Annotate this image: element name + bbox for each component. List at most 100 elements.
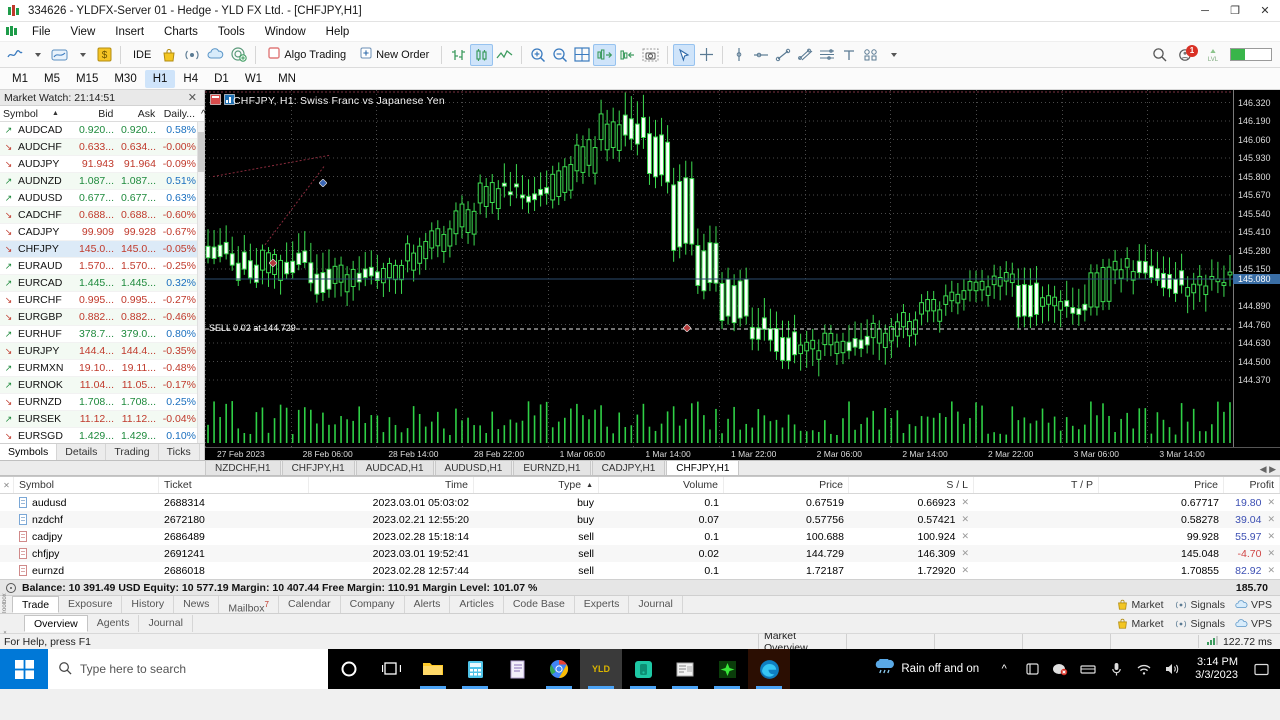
market-watch-row[interactable]: ↗ AUDNZD 1.087... 1.087... 0.51% xyxy=(0,173,204,190)
market-watch-row[interactable]: ↗ EURNOK 11.04... 11.05... -0.17% xyxy=(0,377,204,394)
signals-icon[interactable] xyxy=(180,44,204,66)
market-watch-row[interactable]: ↘ EURSGD 1.429... 1.429... 0.10% xyxy=(0,428,204,443)
col-daily[interactable]: Daily... xyxy=(158,106,198,121)
vps-cloud-icon[interactable] xyxy=(204,44,227,66)
terminal-tab[interactable]: News xyxy=(174,596,220,613)
th-ticket[interactable]: Ticket xyxy=(159,477,309,493)
tester-tab[interactable]: Journal xyxy=(139,615,193,632)
bar-chart-icon[interactable] xyxy=(447,44,470,66)
th-tp[interactable]: T / P xyxy=(974,477,1099,493)
market-watch-row[interactable]: ↘ AUDCHF 0.633... 0.634... -0.00% xyxy=(0,139,204,156)
market-watch-row[interactable]: ↗ EURCAD 1.445... 1.445... 0.32% xyxy=(0,275,204,292)
ide-button[interactable]: IDE xyxy=(126,44,158,66)
chart-panel[interactable]: CHFJPY, H1: Swiss Franc vs Japanese Yen … xyxy=(205,90,1280,460)
wifi-icon[interactable] xyxy=(1131,649,1157,689)
start-button[interactable] xyxy=(0,649,48,689)
tester-signals-link[interactable]: Signals xyxy=(1174,618,1225,630)
market-watch-row[interactable]: ↗ EURAUD 1.570... 1.570... -0.25% xyxy=(0,258,204,275)
order-marker-icon[interactable] xyxy=(318,178,328,188)
th-volume[interactable]: Volume xyxy=(599,477,724,493)
close-button[interactable]: ✕ xyxy=(1250,0,1280,22)
task-view-icon[interactable] xyxy=(370,649,412,689)
notes-icon[interactable] xyxy=(496,649,538,689)
cursor-icon[interactable] xyxy=(673,43,696,66)
terminal-tab[interactable]: Journal xyxy=(629,596,683,613)
close-position-icon[interactable]: ✕ xyxy=(1267,514,1275,525)
col-bid[interactable]: Bid xyxy=(75,106,117,121)
text-tool-icon[interactable] xyxy=(838,44,860,66)
shapes-icon[interactable] xyxy=(860,44,882,66)
menu-window[interactable]: Window xyxy=(255,22,316,42)
messenger-icon[interactable] xyxy=(622,649,664,689)
sl-remove-icon[interactable]: ✕ xyxy=(961,565,969,576)
timeframe-w1[interactable]: W1 xyxy=(237,70,270,88)
market-watch-row[interactable]: ↘ CADJPY 99.909 99.928 -0.67% xyxy=(0,224,204,241)
close-position-icon[interactable]: ✕ xyxy=(1267,531,1275,542)
candlestick-chart-icon[interactable] xyxy=(470,43,494,66)
metatrader-taskbar-icon[interactable]: YLD xyxy=(580,649,622,689)
close-position-icon[interactable]: ✕ xyxy=(1267,548,1275,559)
table-row[interactable]: audusd 2688314 2023.03.01 05:03:02 buy 0.1 0.… xyxy=(0,494,1280,511)
market-watch-row[interactable]: ↗ AUDUSD 0.677... 0.677... 0.63% xyxy=(0,190,204,207)
terminal-tab[interactable]: Company xyxy=(341,596,405,613)
template-dropdown[interactable] xyxy=(71,44,93,66)
terminal-tab[interactable]: Calendar xyxy=(279,596,341,613)
market-watch-rows[interactable]: ↗ AUDCAD 0.920... 0.920... 0.58% ↘ AUDCHF 0.633… xyxy=(0,122,204,443)
price-chart[interactable]: CHFJPY, H1: Swiss Franc vs Japanese Yen … xyxy=(205,90,1280,447)
template-icon[interactable] xyxy=(48,44,71,66)
market-watch-row[interactable]: ↘ CHFJPY 145.0... 145.0... -0.05% xyxy=(0,241,204,258)
tester-tab[interactable]: Agents xyxy=(88,615,140,632)
maximize-button[interactable]: ❐ xyxy=(1220,0,1250,22)
volume-icon[interactable] xyxy=(1159,649,1185,689)
chart-tab[interactable]: CHFJPY,H1 xyxy=(281,460,355,475)
folder-tray-icon[interactable] xyxy=(1075,649,1101,689)
line-chart-icon[interactable] xyxy=(4,44,26,66)
chart-tab[interactable]: AUDCAD,H1 xyxy=(355,460,434,475)
menu-view[interactable]: View xyxy=(61,22,106,42)
menu-insert[interactable]: Insert xyxy=(105,22,154,42)
chart-type-dropdown[interactable] xyxy=(26,44,48,66)
taskbar-search[interactable]: Type here to search xyxy=(48,649,328,689)
channel-icon[interactable] xyxy=(794,44,816,66)
close-all-icon[interactable]: ✕ xyxy=(0,477,14,493)
shapes-dropdown[interactable] xyxy=(882,44,904,66)
chart-shift-icon[interactable] xyxy=(616,44,639,66)
market-watch-row[interactable]: ↘ EURCHF 0.995... 0.995... -0.27% xyxy=(0,292,204,309)
market-bag-icon[interactable] xyxy=(158,44,180,66)
search-icon[interactable] xyxy=(1148,44,1170,66)
tray-expand-icon[interactable]: ^ xyxy=(991,649,1017,689)
market-watch-close-icon[interactable]: ✕ xyxy=(185,91,200,104)
file-explorer-icon[interactable] xyxy=(412,649,454,689)
th-type[interactable]: Type ▲ xyxy=(474,477,599,493)
menu-file[interactable]: File xyxy=(22,22,61,42)
timeframe-m15[interactable]: M15 xyxy=(68,70,106,88)
order-marker-icon[interactable] xyxy=(682,323,692,333)
chrome-icon[interactable] xyxy=(538,649,580,689)
timeframe-mn[interactable]: MN xyxy=(270,70,304,88)
minimize-button[interactable]: ─ xyxy=(1190,0,1220,22)
sl-remove-icon[interactable]: ✕ xyxy=(961,514,969,525)
auto-scroll-icon[interactable] xyxy=(593,43,617,66)
zoom-out-icon[interactable] xyxy=(549,44,571,66)
col-ask[interactable]: Ask xyxy=(116,106,158,121)
microphone-icon[interactable] xyxy=(1103,649,1129,689)
chart-tab[interactable]: EURNZD,H1 xyxy=(513,460,591,475)
terminal-tab[interactable]: Alerts xyxy=(405,596,451,613)
action-center-icon[interactable] xyxy=(1248,649,1274,689)
sl-remove-icon[interactable]: ✕ xyxy=(961,548,969,559)
market-watch-scrollbar[interactable] xyxy=(197,122,204,443)
market-watch-row[interactable]: ↘ CADCHF 0.688... 0.688... -0.60% xyxy=(0,207,204,224)
terminal-tab[interactable]: Trade xyxy=(12,596,60,613)
antivirus-icon[interactable] xyxy=(1047,649,1073,689)
market-watch-row[interactable]: ↗ EURMXN 19.10... 19.11... -0.48% xyxy=(0,360,204,377)
timeframe-d1[interactable]: D1 xyxy=(206,70,237,88)
market-watch-row[interactable]: ↗ AUDCAD 0.920... 0.920... 0.58% xyxy=(0,122,204,139)
menu-help[interactable]: Help xyxy=(316,22,360,42)
tester-market-link[interactable]: Market xyxy=(1117,618,1164,630)
vertical-line-icon[interactable] xyxy=(728,44,750,66)
tester-tab[interactable]: Overview xyxy=(24,615,88,632)
table-row[interactable]: nzdchf 2672180 2023.02.21 12:55:20 buy 0.07 0… xyxy=(0,511,1280,528)
time-scale[interactable]: 27 Feb 2023 28 Feb 06:00 28 Feb 14:00 28 Fe… xyxy=(205,447,1280,460)
mw-tab-symbols[interactable]: Symbols xyxy=(0,444,58,461)
th-time[interactable]: Time xyxy=(309,477,474,493)
